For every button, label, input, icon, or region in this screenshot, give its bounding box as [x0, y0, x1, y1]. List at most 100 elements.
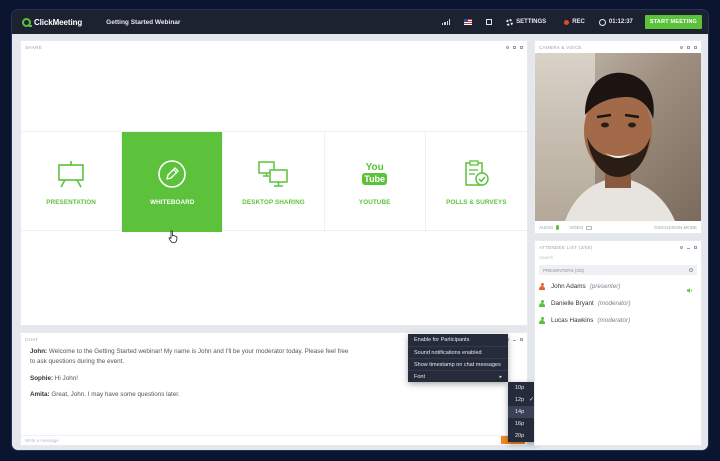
attendee-settings-icon[interactable] [680, 245, 683, 249]
attendee-role: (moderator) [597, 316, 631, 324]
youtube-tube: Tube [362, 172, 388, 185]
rec-label: REC [572, 19, 585, 25]
clickmeeting-logo-icon [22, 17, 32, 27]
tool-whiteboard[interactable]: WHITEBOARD [122, 132, 224, 232]
fullscreen-icon [486, 19, 493, 25]
panel-maximize-icon[interactable] [513, 45, 516, 49]
microphone-icon[interactable] [556, 225, 560, 230]
attendee-name: John Adams [551, 282, 586, 290]
message-text: Hi John! [54, 375, 78, 382]
panel-settings-icon[interactable] [506, 45, 509, 49]
youtube-icon: You Tube [362, 159, 388, 189]
chat-settings-menu: Enable for Participants Sound notificati… [408, 334, 508, 382]
share-panel-header: SHARE [21, 41, 527, 53]
camera-settings-icon[interactable] [680, 45, 683, 49]
tool-youtube[interactable]: You Tube YOUTUBE [325, 132, 426, 232]
meeting-title: Getting Started Webinar [106, 18, 181, 26]
tool-label: PRESENTATION [46, 198, 96, 206]
moderator-user-icon [539, 299, 545, 307]
meeting-timer: 01:12:37 [598, 18, 633, 26]
tool-label: POLLS & SURVEYS [446, 198, 507, 206]
chat-message: John: Welcome to the Getting Started web… [30, 347, 348, 366]
settings-label: SETTINGS [516, 19, 547, 25]
start-meeting-button[interactable]: START MEETING [644, 15, 702, 29]
discussion-mode-dropdown[interactable]: DISCUSSION MODE [654, 225, 697, 230]
tool-polls-surveys[interactable]: POLLS & SURVEYS [426, 132, 527, 232]
youtube-you: You [365, 161, 384, 173]
camera-voice-panel: CAMERA & VOICE AUDIO VIDEO DISCUSSION MO… [534, 40, 702, 234]
share-tools: PRESENTATION WHITEBOARD DESKTOP SHARING … [21, 131, 527, 232]
tool-presentation[interactable]: PRESENTATION [21, 132, 123, 232]
menu-item-font[interactable]: Font ▸ [408, 370, 508, 382]
chat-panel-title: CHAT [25, 336, 39, 342]
menu-item-enable-participants[interactable]: Enable for Participants [408, 334, 508, 346]
hand-cursor-icon [168, 230, 178, 243]
share-panel-title: SHARE [25, 44, 43, 50]
video-label: VIDEO [569, 225, 584, 230]
message-text: Welcome to the Getting Started webinar! … [48, 348, 349, 355]
attendee-search-input[interactable]: Search [535, 253, 701, 263]
font-size-label: 16p [515, 421, 525, 427]
message-author: John: [30, 348, 48, 355]
speaker-icon [687, 288, 692, 293]
app-window: ClickMeeting Getting Started Webinar SET… [12, 10, 708, 450]
fullscreen-button[interactable] [486, 19, 493, 25]
signal-strength[interactable] [441, 19, 451, 25]
language-selector[interactable] [464, 19, 473, 25]
menu-item-label: Enable for Participants [414, 337, 470, 343]
attendee-panel-header: ATTENDEE LIST (3/50) [535, 241, 701, 253]
font-size-label: 10p [515, 385, 525, 391]
presenters-group[interactable]: PRESENTERS (3/3) [539, 265, 697, 275]
camera-icon[interactable] [586, 225, 593, 230]
clock-icon [598, 18, 606, 26]
panel-popout-icon[interactable] [694, 245, 697, 249]
chat-message: Amita: Great, John. I may have some ques… [30, 390, 180, 400]
menu-item-label: Show timestamp on chat messages [414, 362, 501, 368]
panel-popout-icon[interactable] [694, 45, 697, 49]
search-icon[interactable] [689, 268, 693, 272]
menu-item-sound-notifications[interactable]: Sound notifications enabled [408, 346, 508, 358]
pencil-circle-icon [158, 159, 187, 188]
menu-item-label: Font [414, 374, 426, 380]
panel-popout-icon[interactable] [520, 45, 523, 49]
attendee-row[interactable]: John Adams (presenter) [539, 280, 697, 292]
font-size-label: 14p [515, 409, 525, 415]
attendee-panel-title: ATTENDEE LIST (3/50) [539, 244, 593, 250]
attendee-row[interactable]: Danielle Bryant (moderator) [539, 297, 697, 309]
app-logo: ClickMeeting [22, 17, 83, 27]
attendee-row[interactable]: Lucas Hawkins (moderator) [539, 314, 697, 326]
tool-label: DESKTOP SHARING [242, 198, 305, 206]
presenter-video [535, 53, 701, 221]
settings-button[interactable]: SETTINGS [506, 18, 547, 26]
attendee-name: Lucas Hawkins [551, 316, 594, 324]
gear-icon [506, 18, 514, 26]
panel-maximize-icon[interactable] [687, 45, 690, 49]
panel-minimize-icon[interactable] [687, 247, 690, 249]
submenu-arrow-icon: ▸ [499, 374, 502, 380]
clipboard-check-icon [465, 159, 490, 186]
top-bar: ClickMeeting Getting Started Webinar SET… [12, 10, 708, 34]
camera-panel-title: CAMERA & VOICE [539, 44, 582, 50]
tool-desktop-sharing[interactable]: DESKTOP SHARING [223, 132, 325, 232]
message-text: Great, John. I may have some questions l… [51, 391, 180, 398]
share-panel: SHARE PRESENTATION WHITEBOARD DESKTOP SH… [20, 40, 528, 326]
moderator-user-icon [539, 316, 545, 324]
panel-popout-icon[interactable] [520, 337, 523, 341]
attendee-role: (moderator) [597, 299, 631, 307]
presentation-board-icon [58, 160, 84, 187]
record-button[interactable]: REC [564, 19, 585, 25]
audio-video-controls: AUDIO VIDEO DISCUSSION MODE [535, 222, 701, 233]
menu-item-label: Sound notifications enabled [414, 350, 482, 356]
font-size-label: 20p [515, 433, 525, 439]
attendee-role: (presenter) [589, 282, 621, 290]
camera-panel-header: CAMERA & VOICE [535, 41, 701, 53]
us-flag-icon [464, 19, 473, 25]
timer-value: 01:12:37 [608, 19, 633, 25]
menu-item-show-timestamp[interactable]: Show timestamp on chat messages [408, 358, 508, 370]
app-name: ClickMeeting [34, 17, 83, 27]
group-label: PRESENTERS (3/3) [543, 267, 585, 273]
chat-message-input[interactable]: Write a message [21, 435, 527, 445]
presenter-user-icon [539, 282, 545, 290]
panel-minimize-icon[interactable] [513, 339, 516, 341]
monitors-icon [258, 160, 289, 187]
